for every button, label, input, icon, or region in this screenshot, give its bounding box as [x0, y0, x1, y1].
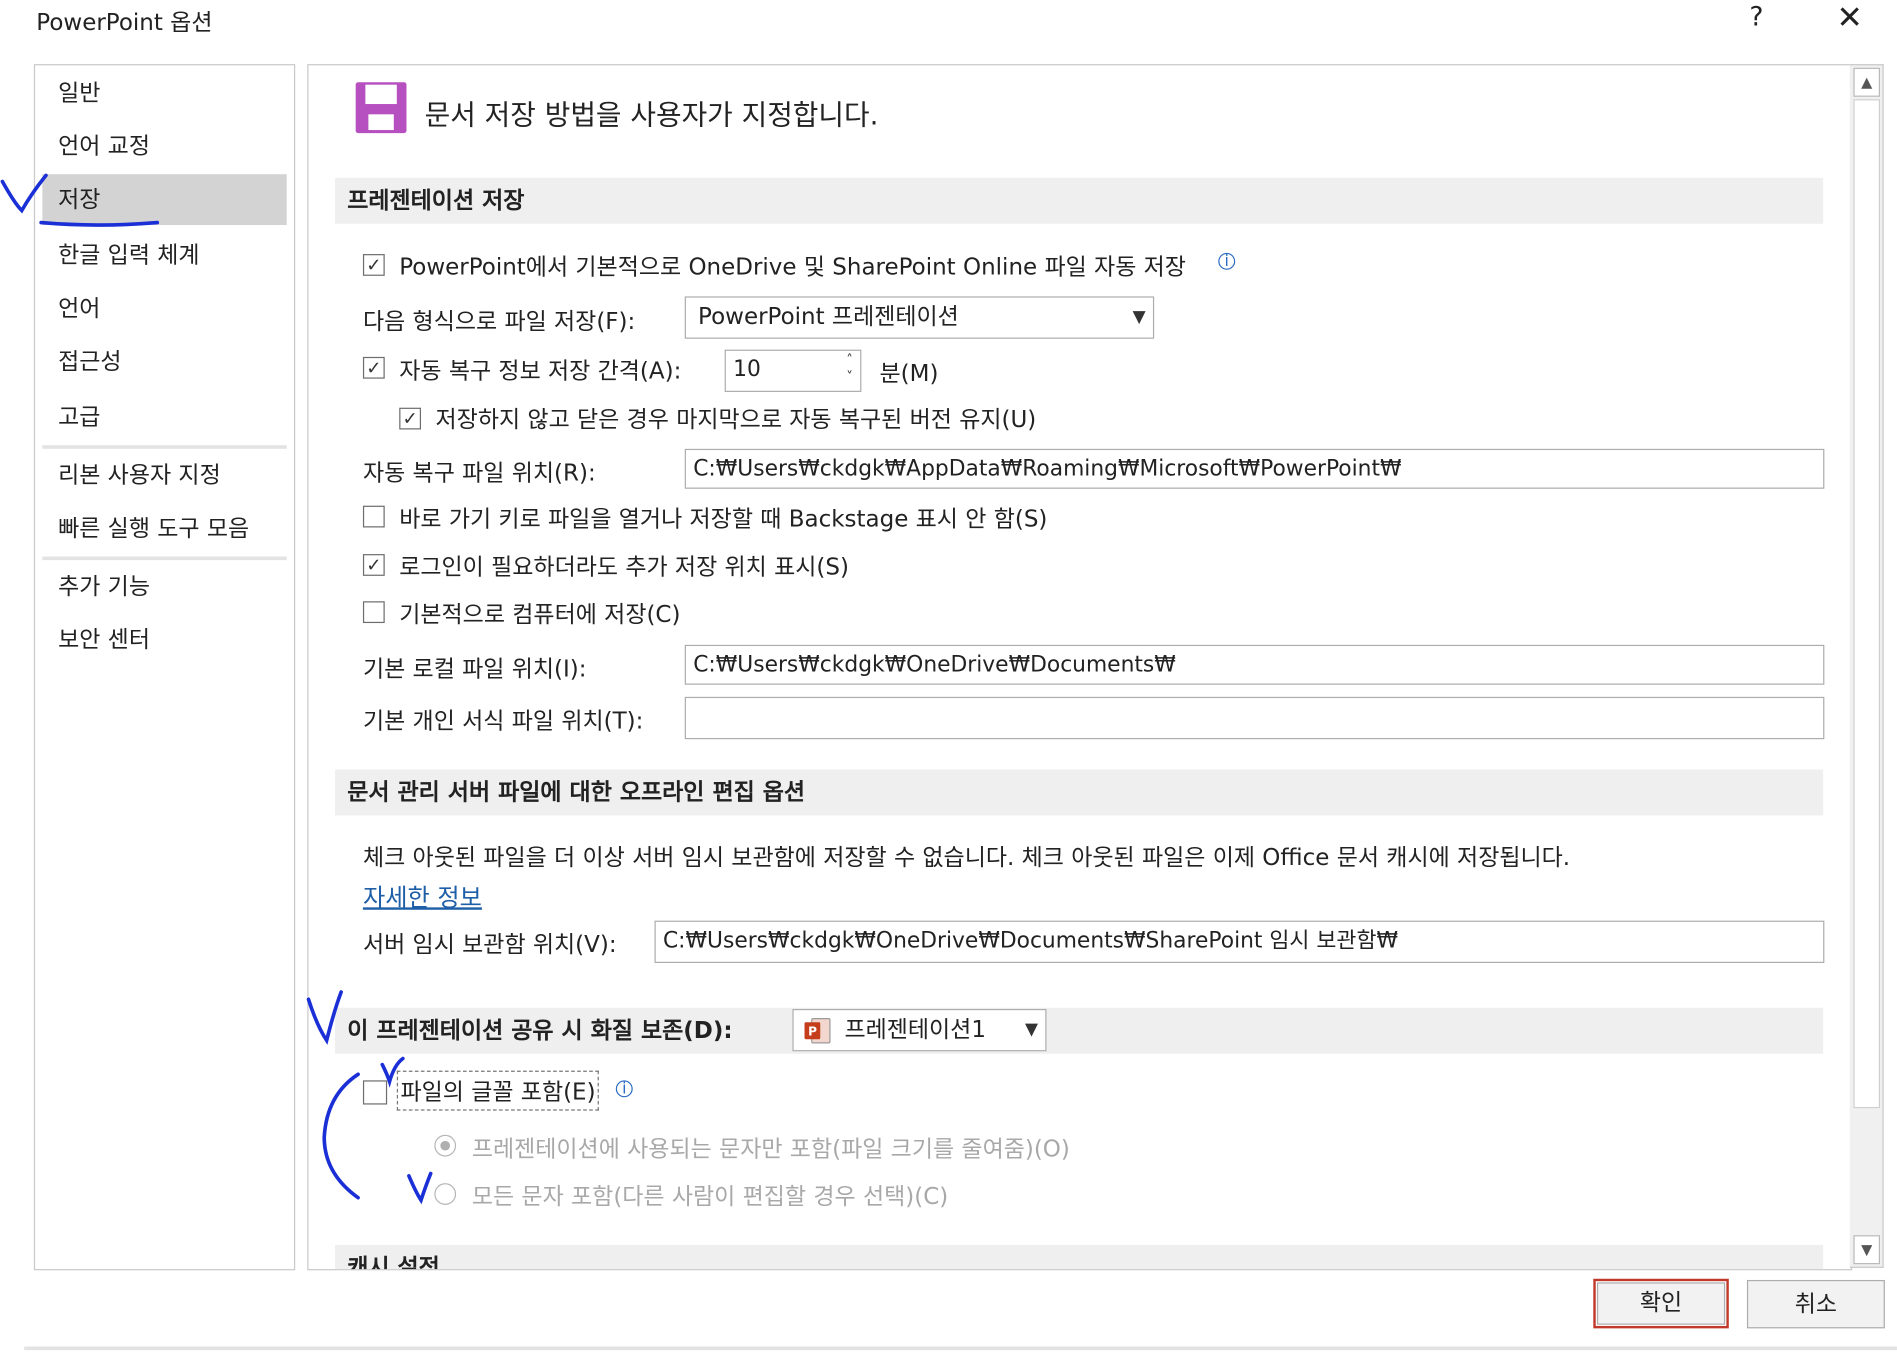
vertical-scrollbar[interactable]: ▲ ▼	[1849, 64, 1884, 1268]
sidebar-divider	[42, 445, 287, 449]
section-header-cache: 캐시 설정	[335, 1244, 1824, 1270]
format-value: PowerPoint 프레젠테이션	[698, 303, 959, 331]
save-to-computer-label: 기본적으로 컴퓨터에 저장(C)	[399, 601, 681, 628]
powerpoint-icon: P	[804, 1018, 831, 1044]
autorecover-location-label: 자동 복구 파일 위치(R):	[362, 459, 596, 487]
spinner-arrows-icon[interactable]: ˄ ˅	[846, 352, 853, 386]
local-location-input[interactable]: C:₩Users₩ckdgk₩OneDrive₩Documents₩	[684, 644, 1825, 685]
svg-text:P: P	[808, 1025, 817, 1039]
close-button[interactable]: ✕	[1836, 0, 1862, 36]
embed-fonts-checkbox[interactable]	[362, 1080, 388, 1105]
sidebar-item-advanced[interactable]: 고급	[42, 392, 286, 443]
sidebar-item-language[interactable]: 언어	[42, 283, 286, 334]
sidebar-item-quick-access[interactable]: 빠른 실행 도구 모음	[42, 503, 286, 554]
sidebar: 일반 언어 교정 저장 한글 입력 체계 언어 접근성 고급 리본 사용자 지정…	[33, 64, 296, 1271]
sidebar-item-addins[interactable]: 추가 기능	[42, 561, 286, 612]
save-to-computer-checkbox[interactable]	[362, 601, 385, 624]
template-location-label: 기본 개인 서식 파일 위치(T):	[362, 707, 644, 735]
section-header-offline: 문서 관리 서버 파일에 대한 오프라인 편집 옵션	[335, 769, 1824, 816]
section-header-fidelity: 이 프레젠테이션 공유 시 화질 보존(D):	[335, 1007, 1824, 1054]
sidebar-item-proofing[interactable]: 언어 교정	[42, 121, 286, 172]
embed-all-label: 모든 문자 포함(다른 사람이 편집할 경우 선택)(C)	[471, 1183, 949, 1210]
info-icon[interactable]: i	[1218, 252, 1236, 270]
drafts-location-label: 서버 임시 보관함 위치(V):	[362, 931, 617, 959]
autorecover-location-input[interactable]: C:₩Users₩ckdgk₩AppData₩Roaming₩Microsoft…	[684, 448, 1825, 489]
autorecover-checkbox[interactable]: ✓	[362, 356, 385, 379]
sidebar-item-accessibility[interactable]: 접근성	[42, 336, 286, 387]
presentation-value: 프레젠테이션1	[844, 1016, 986, 1043]
scroll-down-icon[interactable]: ▼	[1853, 1235, 1881, 1265]
offline-description: 체크 아웃된 파일을 더 이상 서버 임시 보관함에 저장할 수 없습니다. 체…	[362, 844, 1571, 872]
drafts-location-input[interactable]: C:₩Users₩ckdgk₩OneDrive₩Documents₩ShareP…	[654, 920, 1825, 964]
embed-used-only-radio[interactable]	[434, 1134, 457, 1157]
sidebar-item-trust-center[interactable]: 보안 센터	[42, 615, 286, 666]
keep-version-label: 저장하지 않고 닫은 경우 마지막으로 자동 복구된 버전 유지(U)	[435, 406, 1037, 434]
autorecover-label: 자동 복구 정보 저장 간격(A):	[399, 358, 682, 385]
title-bar: PowerPoint 옵션 ? ✕	[0, 0, 1897, 48]
autosave-label: PowerPoint에서 기본적으로 OneDrive 및 SharePoint…	[399, 254, 1186, 281]
window-title: PowerPoint 옵션	[36, 9, 213, 37]
sidebar-divider	[42, 556, 287, 561]
help-button[interactable]: ?	[1749, 2, 1763, 32]
embed-fonts-label: 파일의 글꼴 포함(E)	[396, 1070, 600, 1111]
sidebar-item-customize-ribbon[interactable]: 리본 사용자 지정	[42, 450, 286, 501]
presentation-dropdown[interactable]: P 프레젠테이션1 ▼	[792, 1008, 1047, 1052]
sidebar-item-save[interactable]: 저장	[42, 174, 287, 226]
chevron-down-icon: ▼	[1132, 307, 1146, 327]
additional-places-label: 로그인이 필요하더라도 추가 저장 위치 표시(S)	[399, 554, 849, 581]
autosave-checkbox[interactable]: ✓	[362, 254, 385, 276]
section-header-save: 프레젠테이션 저장	[335, 177, 1824, 224]
info-icon[interactable]: i	[615, 1080, 633, 1097]
additional-places-checkbox[interactable]: ✓	[362, 554, 385, 576]
backstage-checkbox[interactable]	[362, 505, 385, 528]
format-label: 다음 형식으로 파일 저장(F):	[362, 308, 636, 336]
keep-version-checkbox[interactable]: ✓	[399, 407, 422, 430]
scroll-thumb[interactable]	[1853, 99, 1881, 1109]
more-info-link[interactable]: 자세한 정보	[363, 878, 482, 913]
autorecover-unit: 분(M)	[879, 360, 939, 388]
sidebar-item-korean-input[interactable]: 한글 입력 체계	[42, 230, 286, 281]
save-icon	[355, 82, 407, 134]
format-dropdown[interactable]: PowerPoint 프레젠테이션 ▼	[684, 296, 1155, 339]
template-location-input[interactable]	[684, 696, 1825, 740]
sidebar-item-general[interactable]: 일반	[42, 68, 286, 119]
chevron-down-icon: ▼	[1024, 1019, 1039, 1040]
local-location-label: 기본 로컬 파일 위치(I):	[362, 655, 587, 683]
bottom-divider	[24, 1346, 1897, 1351]
backstage-label: 바로 가기 키로 파일을 열거나 저장할 때 Backstage 표시 안 함(…	[399, 505, 1048, 533]
embed-used-only-label: 프레젠테이션에 사용되는 문자만 포함(파일 크기를 줄여줌)(O)	[471, 1136, 1070, 1163]
cancel-button[interactable]: 취소	[1746, 1279, 1885, 1329]
autorecover-minutes-value: 10	[733, 356, 761, 383]
embed-all-radio[interactable]	[434, 1183, 457, 1205]
ok-button[interactable]: 확인	[1596, 1282, 1726, 1325]
autorecover-minutes-input[interactable]: 10 ˄ ˅	[724, 349, 862, 392]
options-panel: 문서 저장 방법을 사용자가 지정합니다. 프레젠테이션 저장 ✓ PowerP…	[307, 64, 1853, 1271]
page-title: 문서 저장 방법을 사용자가 지정합니다.	[424, 100, 879, 132]
scroll-up-icon[interactable]: ▲	[1853, 67, 1881, 97]
